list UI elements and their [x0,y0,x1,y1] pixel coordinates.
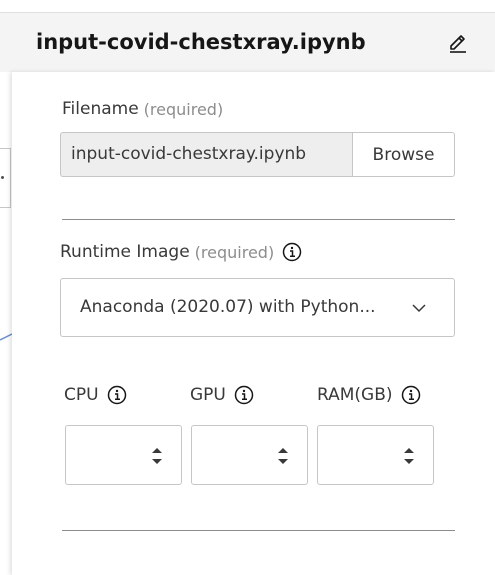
section-divider [62,530,455,531]
runtime-image-label: Runtime Image (required) [60,242,302,262]
filename-required-text: (required) [143,99,224,119]
cpu-label: CPU [64,385,127,405]
gpu-input[interactable] [192,426,272,484]
gpu-stepper [191,425,308,485]
cpu-info-icon[interactable] [107,385,127,405]
canvas-node-port-icon [1,176,4,179]
runtime-image-selected-value: Anaconda (2020.07) with Python... [80,297,376,317]
ram-input[interactable] [318,426,398,484]
ram-stepper [317,425,434,485]
cpu-input[interactable] [66,426,146,484]
spinner-arrows-icon[interactable] [402,444,416,468]
node-title: input-covid-chestxray.ipynb [36,30,366,54]
stage: input-covid-chestxray.ipynb Filename (re… [0,0,495,575]
cpu-stepper [65,425,182,485]
gpu-label: GPU [190,385,254,405]
runtime-image-required-text: (required) [194,242,275,262]
properties-panel: Filename (required) input-covid-chestxra… [12,72,495,575]
browse-button[interactable]: Browse [352,132,455,177]
chevron-down-icon [412,304,426,313]
filename-field-group: input-covid-chestxray.ipynb Browse [60,132,455,177]
filename-input[interactable]: input-covid-chestxray.ipynb [60,132,352,177]
filename-label: Filename (required) [62,99,223,119]
filename-label-text: Filename [62,99,139,119]
info-icon[interactable] [282,242,302,262]
ram-label: RAM(GB) [317,385,421,405]
cpu-label-text: CPU [64,385,99,405]
spinner-arrows-icon[interactable] [276,444,290,468]
properties-header: input-covid-chestxray.ipynb [0,12,495,72]
runtime-image-label-text: Runtime Image [60,242,190,262]
runtime-image-select[interactable]: Anaconda (2020.07) with Python... [60,278,455,337]
canvas-link [0,333,12,341]
pencil-icon [450,35,466,53]
gpu-label-text: GPU [190,385,226,405]
edit-title-button[interactable] [444,29,472,57]
ram-info-icon[interactable] [401,385,421,405]
section-divider [62,219,455,220]
gpu-info-icon[interactable] [234,385,254,405]
spinner-arrows-icon[interactable] [150,444,164,468]
canvas-background [0,0,12,575]
ram-label-text: RAM(GB) [317,385,393,405]
